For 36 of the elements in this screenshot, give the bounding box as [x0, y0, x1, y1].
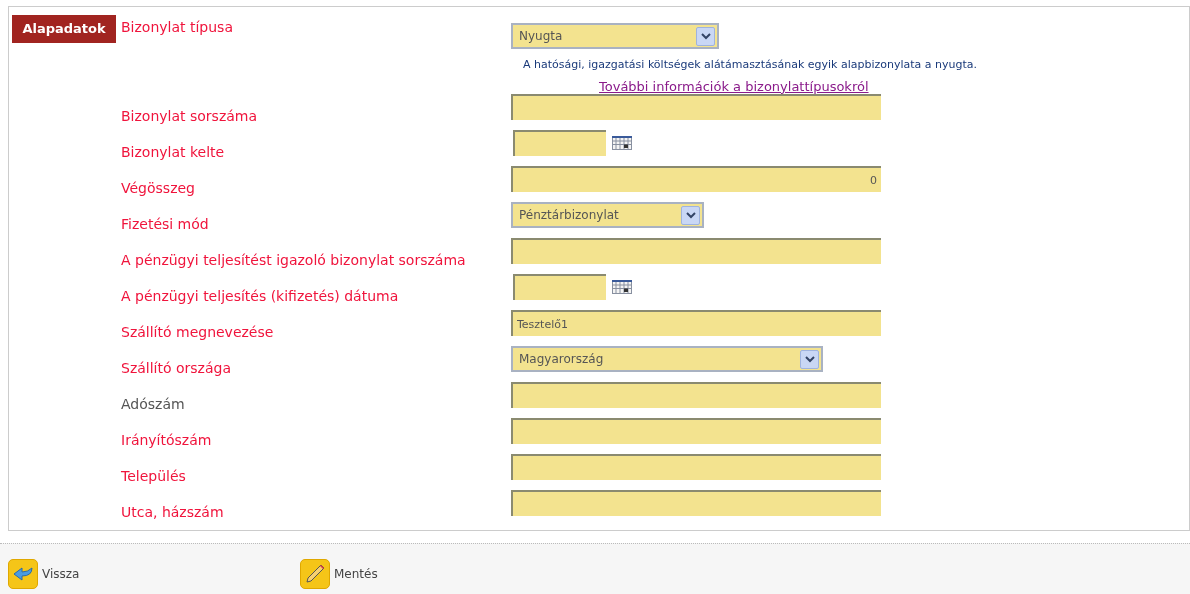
- chevron-down-icon: [800, 349, 819, 369]
- input-field[interactable]: [511, 238, 881, 264]
- field-label: Bizonylat típusa: [121, 19, 233, 35]
- field-label: Település: [121, 468, 186, 484]
- field-label: Irányítószám: [121, 432, 212, 448]
- input-field[interactable]: [511, 94, 881, 120]
- field-label: Bizonylat sorszáma: [121, 108, 258, 124]
- help-text: A hatósági, igazgatási költségek alátámasztásának egyik alapbizonylata a nyugta.: [523, 57, 978, 73]
- dropdown[interactable]: Nyugta: [511, 23, 719, 49]
- field-label: Fizetési mód: [121, 216, 209, 232]
- field-label: Utca, házszám: [121, 504, 224, 520]
- field-label: A pénzügyi teljesítés (kifizetés) dátuma: [121, 288, 399, 304]
- input-field[interactable]: [511, 454, 881, 480]
- input-field[interactable]: [513, 130, 606, 156]
- field-label: Szállító megnevezése: [121, 324, 274, 340]
- field-label: Adószám: [121, 396, 185, 412]
- field-label: A pénzügyi teljesítést igazoló bizonylat sorszáma: [121, 252, 466, 268]
- input-field[interactable]: [511, 490, 881, 516]
- footer-button[interactable]: Vissza: [8, 558, 300, 589]
- footer-button[interactable]: Mentés: [300, 558, 378, 589]
- input-field[interactable]: 0: [511, 166, 881, 192]
- chevron-down-icon: [681, 205, 700, 225]
- field-label: Szállító országa: [121, 360, 231, 376]
- calendar-icon[interactable]: [612, 280, 632, 294]
- dropdown[interactable]: Magyarország: [511, 346, 823, 372]
- input-field[interactable]: [513, 274, 606, 300]
- pencil-icon: [300, 558, 330, 589]
- field-label: Végösszeg: [121, 180, 195, 196]
- input-field[interactable]: [511, 418, 881, 444]
- info-link[interactable]: További információk a bizonylattípusokról: [599, 76, 869, 96]
- calendar-icon[interactable]: [612, 136, 632, 150]
- field-label: Bizonylat kelte: [121, 144, 225, 160]
- input-field[interactable]: Tesztelő1: [511, 310, 881, 336]
- chevron-down-icon: [696, 26, 715, 46]
- dropdown[interactable]: Pénztárbizonylat: [511, 202, 704, 228]
- input-field[interactable]: [511, 382, 881, 408]
